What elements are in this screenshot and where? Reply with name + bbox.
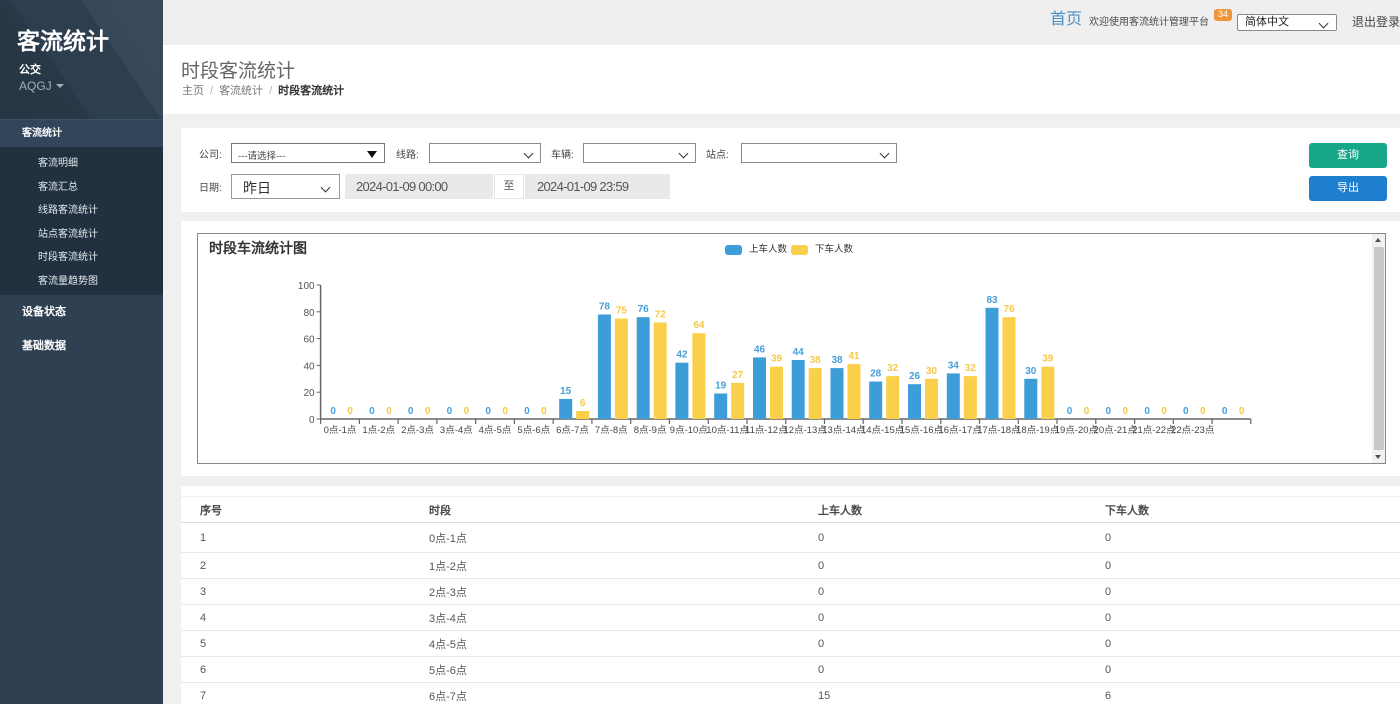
svg-text:44: 44	[793, 347, 805, 358]
svg-text:15点-16点: 15点-16点	[900, 425, 944, 436]
svg-text:5点-6点: 5点-6点	[517, 425, 550, 436]
svg-text:0: 0	[330, 406, 336, 417]
svg-text:64: 64	[693, 320, 705, 331]
svg-text:0: 0	[1067, 406, 1073, 417]
svg-text:19点-20点: 19点-20点	[1055, 425, 1099, 436]
svg-text:0: 0	[485, 406, 491, 417]
svg-text:26: 26	[909, 371, 921, 382]
svg-text:0: 0	[524, 406, 530, 417]
svg-text:0: 0	[1123, 406, 1129, 417]
svg-text:7点-8点: 7点-8点	[595, 425, 628, 436]
svg-text:39: 39	[771, 354, 783, 365]
svg-text:28: 28	[870, 369, 882, 380]
svg-text:0: 0	[1200, 406, 1206, 417]
svg-text:22点-23点: 22点-23点	[1171, 425, 1215, 436]
svg-text:39: 39	[1042, 354, 1054, 365]
svg-text:32: 32	[887, 363, 899, 374]
svg-text:1点-2点: 1点-2点	[362, 425, 395, 436]
svg-text:27: 27	[732, 370, 744, 381]
svg-text:0: 0	[502, 406, 508, 417]
svg-text:32: 32	[965, 363, 977, 374]
svg-text:76: 76	[1003, 304, 1015, 315]
svg-text:46: 46	[754, 344, 766, 355]
svg-text:0: 0	[1106, 406, 1112, 417]
svg-text:4点-5点: 4点-5点	[479, 425, 512, 436]
svg-text:83: 83	[986, 295, 998, 306]
svg-text:0: 0	[386, 406, 392, 417]
svg-text:0: 0	[1084, 406, 1090, 417]
svg-text:0: 0	[369, 406, 375, 417]
svg-text:0: 0	[447, 406, 453, 417]
svg-text:42: 42	[676, 350, 688, 361]
svg-text:0: 0	[347, 406, 353, 417]
svg-text:15: 15	[560, 386, 572, 397]
svg-text:30: 30	[1025, 366, 1037, 377]
svg-text:0点-1点: 0点-1点	[324, 425, 357, 436]
svg-text:20点-21点: 20点-21点	[1094, 425, 1138, 436]
svg-text:40: 40	[303, 361, 315, 372]
svg-text:13点-14点: 13点-14点	[822, 425, 866, 436]
svg-text:17点-18点: 17点-18点	[977, 425, 1021, 436]
svg-text:20: 20	[303, 388, 315, 399]
svg-text:38: 38	[810, 355, 822, 366]
svg-text:78: 78	[599, 302, 611, 313]
svg-text:16点-17点: 16点-17点	[938, 425, 982, 436]
svg-text:0: 0	[1183, 406, 1189, 417]
svg-text:21点-22点: 21点-22点	[1132, 425, 1176, 436]
svg-text:0: 0	[1222, 406, 1228, 417]
svg-text:38: 38	[831, 355, 843, 366]
svg-text:30: 30	[926, 366, 938, 377]
svg-text:75: 75	[616, 306, 628, 317]
svg-text:3点-4点: 3点-4点	[440, 425, 473, 436]
svg-text:60: 60	[303, 335, 315, 346]
svg-text:80: 80	[303, 308, 315, 319]
svg-text:18点-19点: 18点-19点	[1016, 425, 1060, 436]
svg-text:6: 6	[580, 398, 586, 409]
svg-text:72: 72	[655, 310, 667, 321]
svg-text:0: 0	[464, 406, 470, 417]
svg-text:10点-11点: 10点-11点	[706, 425, 749, 436]
svg-text:0: 0	[1144, 406, 1150, 417]
svg-text:2点-3点: 2点-3点	[401, 425, 434, 436]
svg-text:0: 0	[541, 406, 547, 417]
svg-text:0: 0	[1161, 406, 1167, 417]
svg-text:0: 0	[309, 415, 315, 426]
svg-text:9点-10点: 9点-10点	[670, 425, 709, 436]
svg-text:0: 0	[425, 406, 431, 417]
svg-text:19: 19	[715, 381, 727, 392]
svg-text:41: 41	[848, 351, 860, 362]
svg-text:11点-12点: 11点-12点	[745, 425, 788, 436]
svg-text:14点-15点: 14点-15点	[861, 425, 905, 436]
svg-text:100: 100	[298, 281, 315, 292]
svg-text:0: 0	[1239, 406, 1245, 417]
svg-text:34: 34	[948, 360, 960, 371]
svg-text:6点-7点: 6点-7点	[556, 425, 589, 436]
svg-text:8点-9点: 8点-9点	[634, 425, 667, 436]
svg-text:0: 0	[408, 406, 414, 417]
svg-text:76: 76	[638, 304, 650, 315]
svg-text:12点-13点: 12点-13点	[783, 425, 827, 436]
